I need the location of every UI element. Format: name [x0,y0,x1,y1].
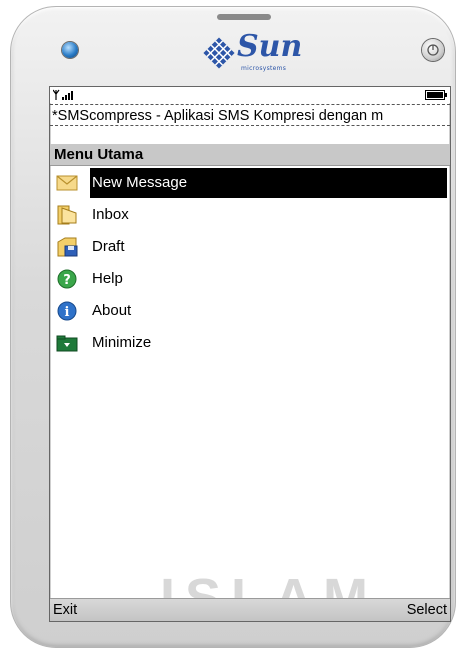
logo-wordmark: Sun [237,29,303,64]
main-menu-list: New Message Inbox Draft ? Help i About M… [50,167,450,359]
softkey-bar: Exit Select [50,598,450,621]
menu-item-help[interactable]: ? Help [50,263,450,295]
battery-icon [425,90,447,100]
svg-text:i: i [65,305,70,320]
sun-diamond-icon [203,37,235,69]
exit-softkey[interactable]: Exit [53,599,77,621]
envelope-icon [56,175,78,191]
svg-text:?: ? [63,273,71,288]
status-bar [50,87,450,103]
phone-emulator-body: Sun microsystems *SMScompress - Aplikasi… [10,6,456,648]
menu-item-label: Minimize [92,334,152,351]
power-button[interactable] [422,39,444,61]
sun-logo: Sun microsystems [201,29,311,75]
menu-item-inbox[interactable]: Inbox [50,199,450,231]
phone-screen: *SMScompress - Aplikasi SMS Kompresi den… [49,86,451,622]
menu-item-label: Help [92,270,123,287]
status-led [62,42,78,58]
menu-item-label: Draft [92,238,125,255]
info-icon: i [57,301,77,321]
menu-item-label: About [92,302,132,319]
marquee-ticker: *SMScompress - Aplikasi SMS Kompresi den… [50,104,450,126]
logo-subtext: microsystems [241,65,287,72]
earpiece-slot [217,14,271,20]
select-softkey[interactable]: Select [407,599,447,621]
menu-item-about[interactable]: i About [50,295,450,327]
menu-item-minimize[interactable]: Minimize [50,327,450,359]
menu-item-new-message[interactable]: New Message [50,167,450,199]
minimize-icon [56,335,78,352]
draft-floppy-icon [57,237,78,257]
menu-item-label: Inbox [92,206,129,223]
screen-title: Menu Utama [50,144,450,166]
signal-strength-icon [53,89,73,100]
power-icon [427,44,439,56]
help-icon: ? [57,269,77,289]
menu-item-label: New Message [92,174,188,191]
menu-item-draft[interactable]: Draft [50,231,450,263]
inbox-folder-icon [57,205,77,225]
